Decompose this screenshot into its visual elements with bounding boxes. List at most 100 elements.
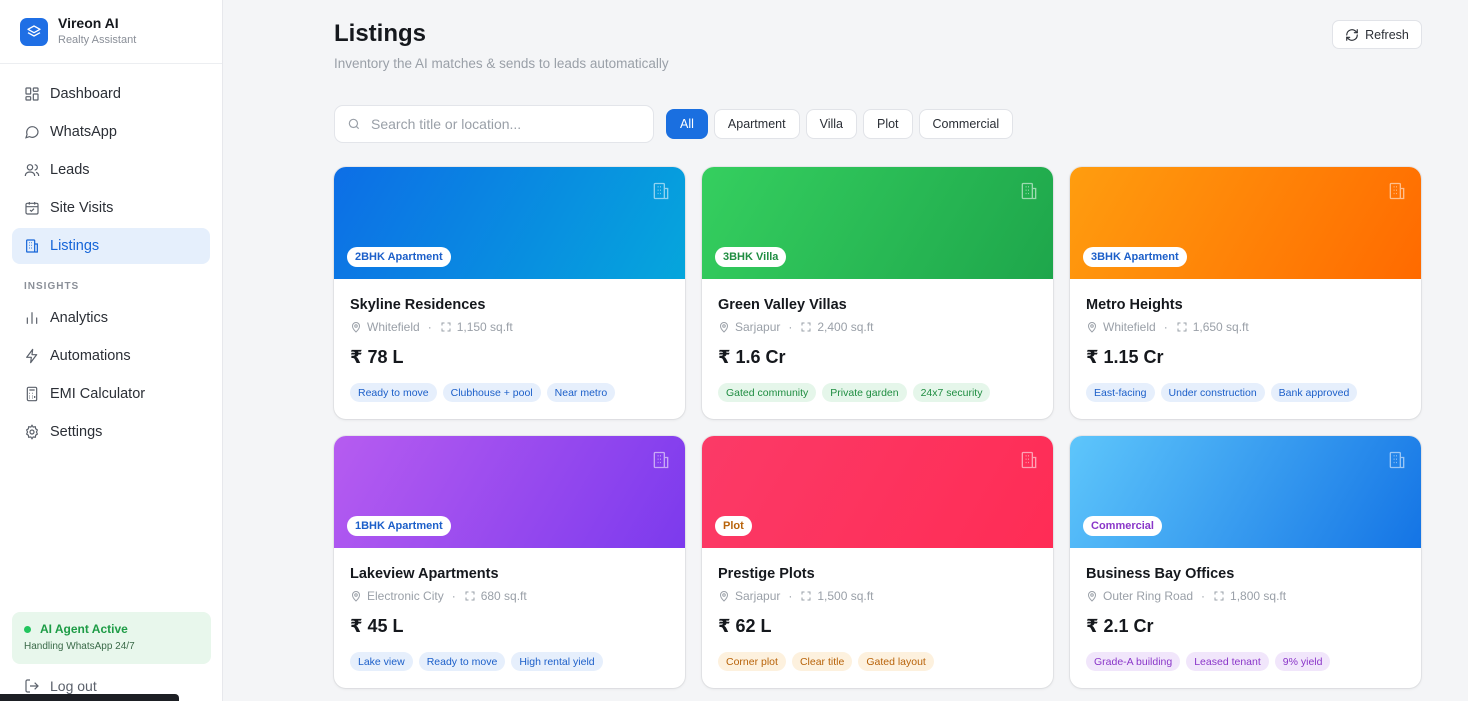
- listing-card[interactable]: Commercial Business Bay Offices Outer Ri…: [1070, 436, 1421, 688]
- filter-chip-apartment[interactable]: Apartment: [713, 109, 800, 139]
- area-expand-icon: [800, 321, 812, 333]
- listing-meta: Sarjapur · 1,500 sq.ft: [718, 589, 1037, 603]
- sidebar-item-settings[interactable]: Settings: [12, 414, 210, 450]
- building-icon: [651, 450, 671, 475]
- filter-chip-villa[interactable]: Villa: [805, 109, 857, 139]
- listing-area: 1,150 sq.ft: [456, 320, 513, 334]
- location-pin-icon: [350, 590, 362, 602]
- feature-pill: Grade-A building: [1086, 652, 1181, 671]
- building-icon: [1387, 181, 1407, 206]
- feature-pill: Ready to move: [418, 652, 506, 671]
- listing-area: 680 sq.ft: [480, 589, 527, 603]
- meta-separator: ·: [1201, 589, 1206, 603]
- location-pin-icon: [718, 590, 730, 602]
- sidebar-item-automations[interactable]: Automations: [12, 338, 210, 374]
- sidebar-item-label: Site Visits: [50, 200, 114, 216]
- listing-price: ₹ 1.6 Cr: [718, 347, 786, 367]
- filter-chip-all[interactable]: All: [666, 109, 708, 139]
- sidebar-item-label: Automations: [50, 348, 131, 364]
- listing-location: Whitefield: [1103, 320, 1156, 334]
- listing-area: 2,400 sq.ft: [817, 320, 874, 334]
- page-title: Listings: [334, 20, 427, 47]
- area-expand-icon: [1176, 321, 1188, 333]
- sidebar-item-label: EMI Calculator: [50, 386, 146, 402]
- listing-type-badge: 1BHK Apartment: [347, 516, 451, 536]
- sidebar-item-dashboard[interactable]: Dashboard: [12, 76, 210, 112]
- building-icon: [24, 238, 40, 254]
- feature-pill: Near metro: [546, 383, 616, 402]
- sidebar-item-site-visits[interactable]: Site Visits: [12, 190, 210, 226]
- building-icon: [651, 181, 671, 206]
- feature-pill: 24x7 security: [912, 383, 991, 402]
- main-content: Listings Inventory the AI matches & send…: [224, 0, 1468, 701]
- meta-separator: ·: [788, 589, 793, 603]
- listing-title: Skyline Residences: [350, 297, 486, 313]
- listing-location: Electronic City: [367, 589, 444, 603]
- layers-logo-icon: [20, 17, 48, 46]
- agent-status-subtitle: Handling WhatsApp 24/7: [24, 641, 135, 652]
- listing-type-badge: 2BHK Apartment: [347, 247, 451, 267]
- location-pin-icon: [1086, 321, 1098, 333]
- calendar-check-icon: [24, 200, 40, 216]
- search-icon: [347, 117, 361, 131]
- listing-card[interactable]: 3BHK Villa Green Valley Villas Sarjapur …: [702, 167, 1053, 419]
- building-icon: [1019, 450, 1039, 475]
- search-box[interactable]: [334, 105, 654, 143]
- taskbar-edge: [0, 694, 179, 701]
- feature-pill: Clubhouse + pool: [442, 383, 541, 402]
- feature-pill: East-facing: [1086, 383, 1155, 402]
- listing-features: Ready to move Clubhouse + pool Near metro: [350, 383, 669, 402]
- filter-chip-commercial[interactable]: Commercial: [918, 109, 1014, 139]
- location-pin-icon: [350, 321, 362, 333]
- listing-meta: Whitefield · 1,150 sq.ft: [350, 320, 669, 334]
- sidebar-item-whatsapp[interactable]: WhatsApp: [12, 114, 210, 150]
- listing-meta: Sarjapur · 2,400 sq.ft: [718, 320, 1037, 334]
- logout-button[interactable]: Log out: [24, 678, 97, 694]
- refresh-button[interactable]: Refresh: [1332, 20, 1422, 49]
- calculator-icon: [24, 386, 40, 402]
- area-expand-icon: [800, 590, 812, 602]
- building-icon: [1387, 450, 1407, 475]
- feature-pill: Private garden: [822, 383, 907, 402]
- location-pin-icon: [1086, 590, 1098, 602]
- sidebar-item-listings[interactable]: Listings: [12, 228, 210, 264]
- listing-type-badge: Plot: [715, 516, 752, 536]
- meta-separator: ·: [1163, 320, 1168, 334]
- sidebar-item-emi-calculator[interactable]: EMI Calculator: [12, 376, 210, 412]
- listing-features: East-facing Under construction Bank approv…: [1086, 383, 1405, 402]
- listing-banner: 2BHK Apartment: [334, 167, 685, 279]
- sidebar: Vireon AI Realty Assistant Dashboard Wha…: [0, 0, 223, 701]
- lightning-icon: [24, 348, 40, 364]
- feature-pill: 9% yield: [1274, 652, 1331, 671]
- status-dot: [24, 625, 31, 633]
- feature-pill: Gated community: [718, 383, 817, 402]
- filter-chips: All Apartment Villa Plot Commercial: [666, 109, 1019, 139]
- area-expand-icon: [440, 321, 452, 333]
- nav-section-insights: INSIGHTS: [24, 281, 80, 292]
- listing-title: Lakeview Apartments: [350, 566, 499, 582]
- meta-separator: ·: [427, 320, 432, 334]
- listing-price: ₹ 2.1 Cr: [1086, 616, 1154, 636]
- feature-pill: Corner plot: [718, 652, 786, 671]
- brand-name: Vireon AI: [58, 15, 119, 31]
- listing-card[interactable]: 1BHK Apartment Lakeview Apartments Elect…: [334, 436, 685, 688]
- sidebar-item-leads[interactable]: Leads: [12, 152, 210, 188]
- listing-card[interactable]: 2BHK Apartment Skyline Residences Whitef…: [334, 167, 685, 419]
- filter-chip-plot[interactable]: Plot: [862, 109, 913, 139]
- feature-pill: Bank approved: [1270, 383, 1358, 402]
- listing-card[interactable]: 3BHK Apartment Metro Heights Whitefield …: [1070, 167, 1421, 419]
- listing-location: Whitefield: [367, 320, 420, 334]
- feature-pill: Lake view: [350, 652, 413, 671]
- listing-features: Lake view Ready to move High rental yield: [350, 652, 669, 671]
- listing-price: ₹ 45 L: [350, 616, 404, 636]
- page-subtitle: Inventory the AI matches & sends to lead…: [334, 56, 669, 71]
- listing-meta: Outer Ring Road · 1,800 sq.ft: [1086, 589, 1405, 603]
- listing-banner: 3BHK Villa: [702, 167, 1053, 279]
- listing-type-badge: Commercial: [1083, 516, 1162, 536]
- search-input[interactable]: [371, 116, 631, 132]
- ai-agent-status-card: AI Agent Active Handling WhatsApp 24/7: [12, 612, 211, 664]
- listing-card[interactable]: Plot Prestige Plots Sarjapur · 1,500 sq.…: [702, 436, 1053, 688]
- logout-icon: [24, 678, 40, 694]
- feature-pill: Clear title: [791, 652, 853, 671]
- sidebar-item-analytics[interactable]: Analytics: [12, 300, 210, 336]
